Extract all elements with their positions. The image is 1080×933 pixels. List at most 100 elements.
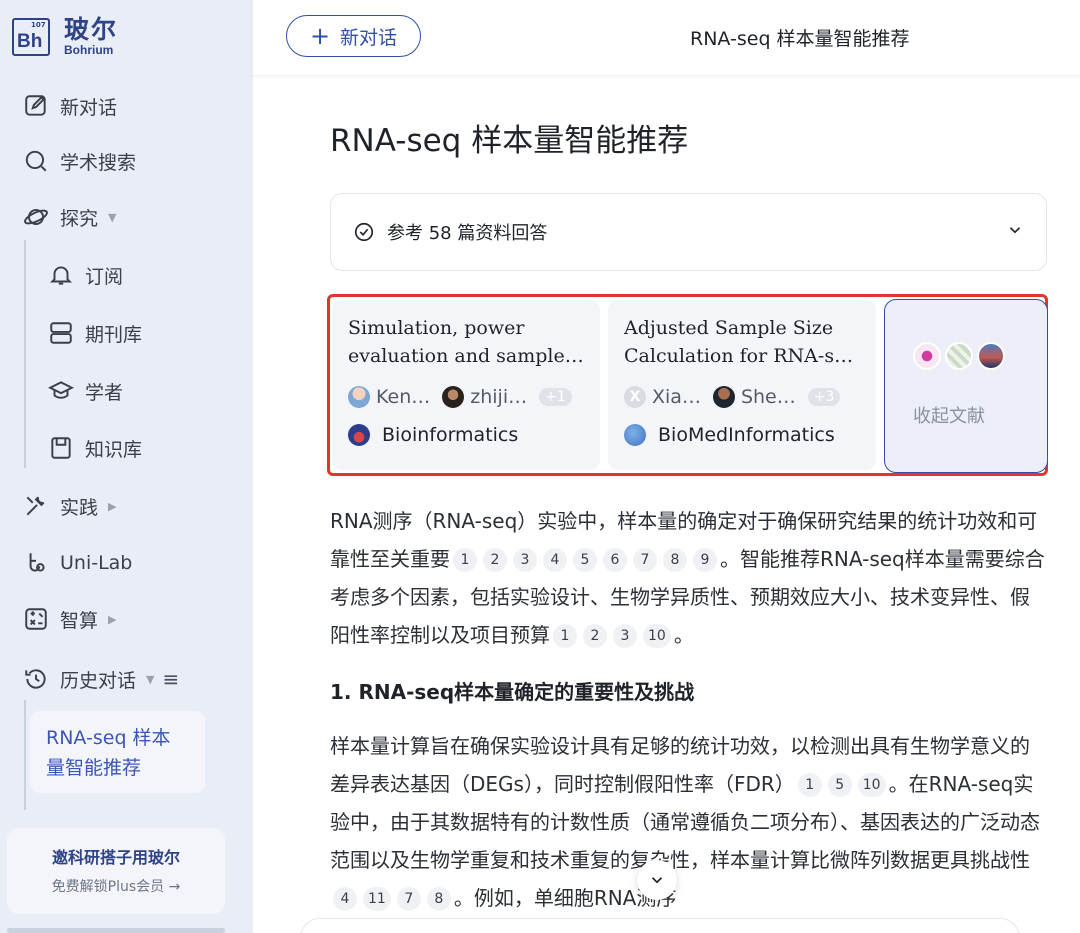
reference-journal: BioMedInformatics <box>624 424 860 446</box>
more-authors-badge: +3 <box>807 388 841 406</box>
citation-badge[interactable]: 10 <box>857 773 886 797</box>
reference-title: Simulation, power evaluation and sample … <box>348 314 584 370</box>
sidebar-item-compute[interactable]: 智算 ▶ <box>22 602 116 636</box>
reference-title-line: Calculation for RNA-seq data <box>624 345 860 367</box>
citation-badge[interactable]: 9 <box>693 548 717 572</box>
citation-badge[interactable]: 5 <box>827 773 852 797</box>
journal-logo-icon <box>348 424 370 446</box>
author-name: zhiji… <box>470 386 528 408</box>
citation-badge[interactable]: 3 <box>613 624 637 648</box>
logo-symbol: Bh <box>17 31 43 52</box>
invite-subtitle: 免费解锁Plus会员 → <box>51 879 181 895</box>
sidebar-item-label: 探究 <box>60 207 99 230</box>
new-chat-button[interactable]: + 新对话 <box>286 15 421 57</box>
sidebar-item-uni-lab[interactable]: Uni-Lab <box>22 546 132 580</box>
brand-name-en: Bohrium <box>64 43 114 57</box>
reference-thumbnail <box>977 342 1005 370</box>
citation-badge[interactable]: 4 <box>543 548 567 572</box>
chevron-down-icon <box>651 877 663 884</box>
calculator-icon <box>22 605 50 633</box>
sidebar-item-subscribe[interactable]: 订阅 <box>47 258 123 292</box>
journal-name: BioMedInformatics <box>658 424 835 446</box>
sidebar: 107 Bh 玻尔 Bohrium 新对话 学术搜索 探究 ▼ 订阅 期刊库 学… <box>0 0 253 933</box>
bell-icon <box>47 261 75 289</box>
journal-name: Bioinformatics <box>382 424 519 446</box>
chevron-down-icon <box>1009 227 1021 234</box>
citation-badge[interactable]: 7 <box>396 887 421 911</box>
logo-text: 玻尔 Bohrium <box>64 17 118 58</box>
invite-title: 邀科研搭子用玻尔 <box>51 848 180 867</box>
sidebar-item-label: 学术搜索 <box>60 151 137 174</box>
search-icon <box>22 147 50 175</box>
answer-paragraph: 样本量计算旨在确保实验设计具有足够的统计功效，以检测出具有生物学意义的差异表达基… <box>330 727 1048 917</box>
sidebar-item-new-chat[interactable]: 新对话 <box>22 89 117 123</box>
reference-authors: X Xia… She… +3 <box>624 386 860 408</box>
avatar <box>348 386 370 408</box>
citation-badge[interactable]: 2 <box>583 624 607 648</box>
citation-badge[interactable]: 3 <box>513 548 537 572</box>
journal-icon <box>47 319 75 347</box>
sidebar-item-label: 订阅 <box>85 265 124 288</box>
citation-badge[interactable]: 6 <box>603 548 627 572</box>
chat-input-edge[interactable] <box>300 918 1020 933</box>
caret-down-icon: ▼ <box>108 210 117 224</box>
reference-cards: Simulation, power evaluation and sample … <box>327 294 1048 476</box>
sidebar-item-knowledge-base[interactable]: 知识库 <box>47 431 142 465</box>
author-name: Ken… <box>376 386 431 408</box>
logo[interactable]: 107 Bh 玻尔 Bohrium <box>12 17 118 57</box>
sidebar-item-scholars[interactable]: 学者 <box>47 374 123 408</box>
answer-paragraph: RNA测序（RNA-seq）实验中，样本量的确定对于确保研究结果的统计功效和可靠… <box>330 502 1048 654</box>
sidebar-item-label: 实践 <box>60 496 99 519</box>
sidebar-item-label: 期刊库 <box>85 323 143 346</box>
sidebar-item-explore[interactable]: 探究 ▼ <box>22 200 116 234</box>
scroll-down-button[interactable] <box>637 860 677 900</box>
history-icon <box>22 665 50 693</box>
author[interactable]: X Xia… <box>624 386 701 408</box>
invite-banner[interactable]: 邀科研搭子用玻尔 免费解锁Plus会员 → <box>7 828 225 914</box>
logo-mark: 107 Bh <box>12 18 50 56</box>
list-menu-icon[interactable]: ≡ <box>162 667 179 691</box>
citation-badge[interactable]: 8 <box>663 548 687 572</box>
more-authors-badge: +1 <box>539 388 572 406</box>
citation-group: 1 5 10 <box>795 772 889 797</box>
author[interactable]: Ken… <box>348 386 430 408</box>
citation-badge[interactable]: 10 <box>643 624 671 648</box>
planet-icon <box>22 203 50 231</box>
reference-card[interactable]: Adjusted Sample Size Calculation for RNA… <box>608 300 876 470</box>
sidebar-item-label: 新对话 <box>60 96 118 119</box>
reference-thumbnail <box>945 342 973 370</box>
sidebar-item-history[interactable]: 历史对话 ▼ ≡ <box>22 662 179 696</box>
sidebar-item-label: 历史对话 <box>60 669 137 692</box>
citation-group: 123456789 <box>450 547 720 572</box>
plus-icon: + <box>309 22 331 50</box>
sidebar-item-journals[interactable]: 期刊库 <box>47 316 142 350</box>
caret-right-icon: ▶ <box>108 499 117 513</box>
author[interactable]: zhiji… <box>442 386 527 408</box>
sidebar-item-academic-search[interactable]: 学术搜索 <box>22 144 136 178</box>
caret-right-icon: ▶ <box>108 612 117 626</box>
citation-badge[interactable]: 1 <box>553 624 577 648</box>
citation-badge[interactable]: 5 <box>573 548 597 572</box>
author[interactable]: She… <box>712 386 796 408</box>
collapse-references-button[interactable]: 收起文献 <box>884 299 1048 473</box>
citation-badge[interactable]: 4 <box>333 887 357 911</box>
nav-tree-line <box>24 240 26 468</box>
logo-number: 107 <box>31 21 46 29</box>
citation-badge[interactable]: 2 <box>483 548 507 572</box>
history-tree-line <box>24 700 26 810</box>
citation-badge[interactable]: 11 <box>363 887 391 911</box>
graduation-cap-icon <box>47 377 75 405</box>
citation-badge[interactable]: 1 <box>453 548 477 572</box>
save-icon <box>47 434 75 462</box>
sidebar-item-label: 知识库 <box>85 438 143 461</box>
references-toggle[interactable]: 参考 58 篇资料回答 <box>330 193 1047 271</box>
reference-card[interactable]: Simulation, power evaluation and sample … <box>332 300 600 470</box>
page-title: RNA-seq 样本量智能推荐 <box>330 123 689 159</box>
citation-badge[interactable]: 7 <box>633 548 657 572</box>
history-item[interactable]: RNA-seq 样本量智能推荐 <box>30 711 205 793</box>
citation-badge[interactable]: 1 <box>797 773 822 797</box>
sidebar-item-practice[interactable]: 实践 ▶ <box>22 489 116 523</box>
citation-badge[interactable]: 8 <box>426 887 451 911</box>
caret-down-icon: ▼ <box>146 672 155 686</box>
reference-title-line: Adjusted Sample Size <box>624 317 834 339</box>
